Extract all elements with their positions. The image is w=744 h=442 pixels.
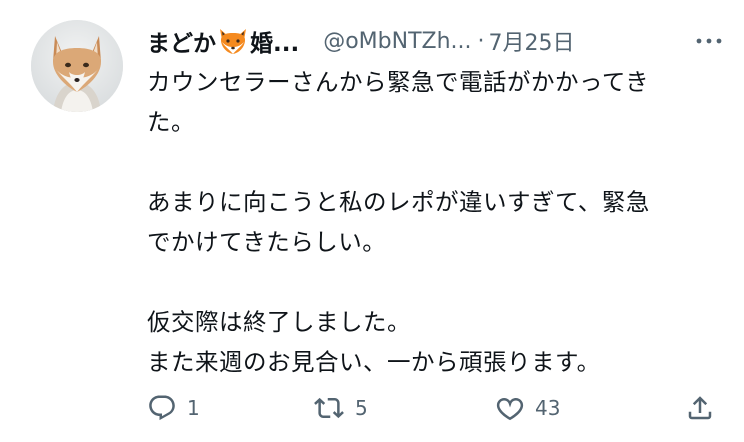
tweet-date[interactable]: 7月25日 bbox=[489, 25, 575, 57]
display-name-suffix: 婚... bbox=[250, 31, 300, 57]
tweet-line: た。 bbox=[147, 108, 195, 136]
display-name-text: まどか bbox=[147, 31, 216, 57]
like-button[interactable]: 43 bbox=[495, 388, 560, 428]
separator-dot: · bbox=[477, 28, 485, 54]
tweet-text: カウンセラーさんから緊急で電話がかかってき た。 あまりに向こうと私のレポが違い… bbox=[147, 62, 717, 382]
user-handle[interactable]: @oMbNTZh... bbox=[323, 29, 471, 54]
share-button[interactable] bbox=[685, 388, 715, 428]
tweet-line bbox=[147, 142, 717, 182]
tweet-line: また来週のお見合い、一から頑張ります。 bbox=[147, 348, 601, 376]
more-icon[interactable] bbox=[691, 26, 727, 56]
tweet-line: カウンセラーさんから緊急で電話がかかってき bbox=[147, 68, 650, 96]
avatar[interactable] bbox=[31, 20, 123, 112]
reply-count: 1 bbox=[187, 396, 200, 420]
tweet-line: でかけてきたらしい。 bbox=[147, 228, 387, 256]
retweet-icon bbox=[314, 397, 344, 419]
retweet-count: 5 bbox=[355, 396, 368, 420]
fox-emoji-icon bbox=[217, 26, 249, 56]
share-icon bbox=[688, 396, 712, 420]
fox-avatar-image bbox=[31, 20, 123, 112]
reply-icon bbox=[149, 395, 175, 421]
tweet-line bbox=[147, 262, 717, 302]
display-name[interactable]: まどか 婚... bbox=[147, 24, 299, 58]
like-icon bbox=[496, 398, 524, 421]
action-bar: 1 5 43 bbox=[147, 388, 725, 428]
reply-button[interactable]: 1 bbox=[147, 388, 200, 428]
like-count: 43 bbox=[535, 396, 561, 420]
tweet-line: あまりに向こうと私のレポが違いすぎて、緊急 bbox=[147, 188, 650, 216]
retweet-button[interactable]: 5 bbox=[313, 388, 368, 428]
tweet-header: まどか 婚... @oMbNTZh... · 7月25日 bbox=[147, 24, 727, 58]
tweet-line: 仮交際は終了しました。 bbox=[147, 308, 411, 336]
